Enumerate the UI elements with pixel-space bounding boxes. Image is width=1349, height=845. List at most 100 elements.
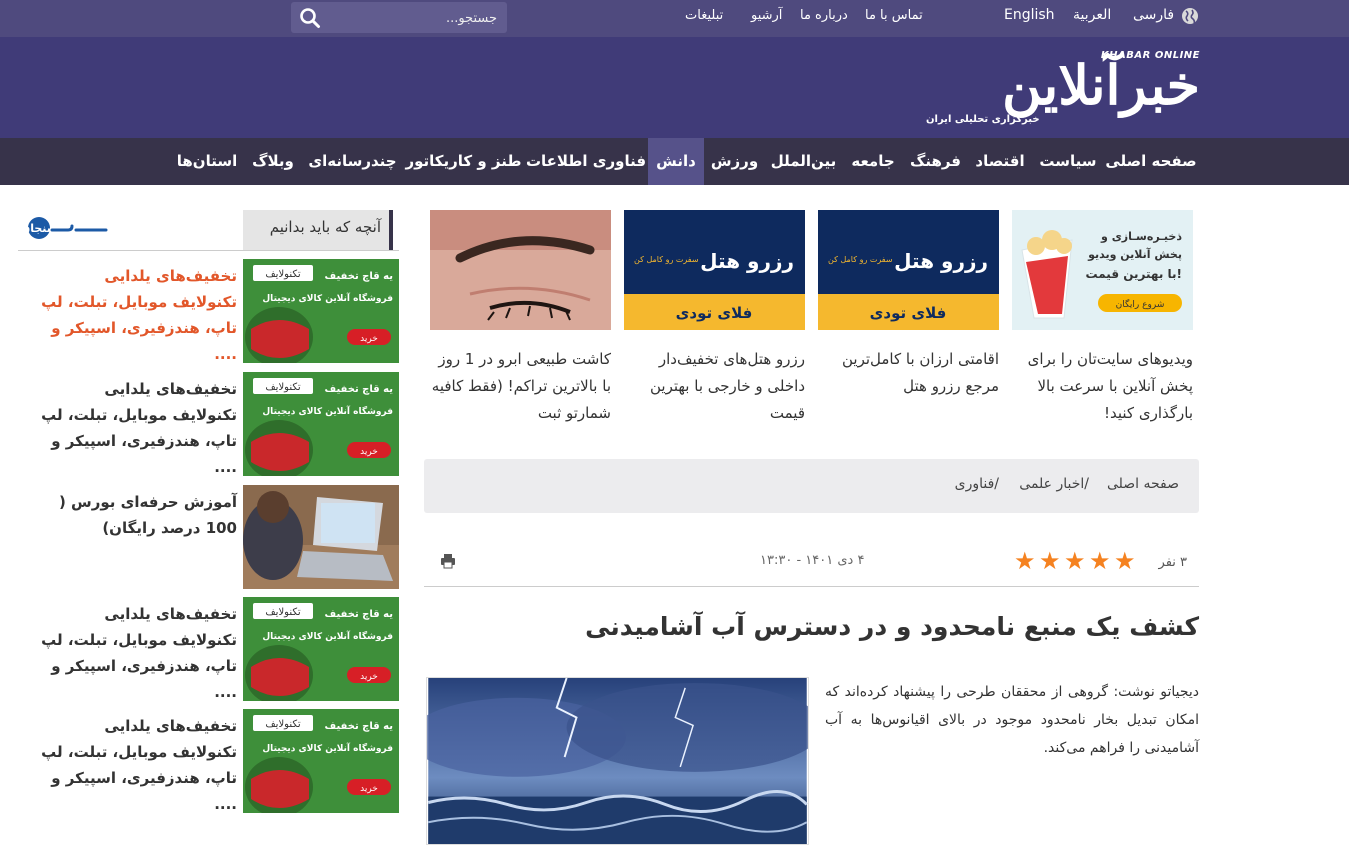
promo-card[interactable]: رزرو هتل سفرت رو کامل کن فلای تودی رزرو … (624, 210, 805, 427)
promo-card[interactable]: ذخیـره‌سـازی و پخش آنلاین ویدیو با بهتری… (1012, 210, 1193, 427)
ad-title: یه قاچ تخفیف (325, 271, 394, 282)
search-icon[interactable] (299, 7, 321, 29)
card-image-button: شروع رایگان (1116, 298, 1165, 310)
card-image-line3: فلای تودی (676, 304, 753, 322)
nav-economy[interactable]: اقتصاد (967, 138, 1033, 185)
article-image[interactable] (426, 677, 809, 845)
star-icon[interactable]: ★ (1039, 549, 1061, 573)
nav-home[interactable]: صفحه اصلی (1103, 138, 1199, 185)
ad-brand: تکنولایف (265, 382, 301, 393)
top-bar: تبلیغات آرشیو درباره ما تماس با ما Engli… (0, 0, 1349, 37)
ad-brand: تکنولایف (265, 607, 301, 618)
side-item-image[interactable]: تکنولایف یه قاچ تخفیف فروشگاه آنلاین کال… (243, 372, 399, 476)
breadcrumb-home[interactable]: صفحه اصلی (1107, 476, 1179, 492)
ad-button: خرید (360, 334, 378, 344)
lang-arabic[interactable]: العربية (1073, 7, 1111, 23)
aside-divider (18, 250, 399, 251)
globe-icon (1182, 8, 1198, 24)
card-image-line1: رزرو هتل (894, 249, 988, 273)
article-title: کشف یک منبع نامحدود و در دسترس آب آشامید… (585, 612, 1199, 641)
breadcrumb-science-news[interactable]: /اخبار علمی (1019, 476, 1089, 492)
nav-humor[interactable]: طنز و کاریکاتور (403, 138, 524, 185)
nav-provinces[interactable]: استان‌ها (170, 138, 244, 185)
promo-card[interactable]: رزرو هتل سفرت رو کامل کن فلای تودی اقامت… (818, 210, 999, 400)
card-image-line2: سفرت رو کامل کن (828, 255, 893, 264)
side-item[interactable]: تخفیف‌های یلدایی تکنولایف موبایل، تبلت، … (18, 597, 399, 703)
ad-brand: تکنولایف (265, 269, 301, 280)
card-image-line3: با بهترین قیمت! (1086, 267, 1182, 281)
side-item-text[interactable]: تخفیف‌های یلدایی تکنولایف موبایل، تبلت، … (37, 376, 237, 480)
side-item-text[interactable]: تخفیف‌های یلدایی تکنولایف موبایل، تبلت، … (37, 601, 237, 705)
nav-society[interactable]: جامعه (842, 138, 904, 185)
star-icon[interactable]: ★ (1064, 549, 1086, 573)
ad-subtitle: فروشگاه آنلاین کالای دیجیتال (262, 405, 393, 417)
promo-card[interactable]: کاشت طبیعی ابرو در 1 روز با بالاترین ترا… (430, 210, 611, 427)
ad-subtitle: فروشگاه آنلاین کالای دیجیتال (262, 630, 393, 642)
nav-sport[interactable]: ورزش (704, 138, 765, 185)
aside-heading: آنچه که باید بدانیم (243, 210, 393, 250)
side-item-text[interactable]: آموزش حرفه‌ای بورس ( 100 درصد رایگان) (37, 489, 237, 541)
site-logo[interactable]: KHABAR ONLINE خبرآنلاین خبرگزاری تحلیلی … (926, 46, 1200, 130)
article-date: ۴ دی ۱۴۰۱ - ۱۳:۳۰ (760, 553, 865, 568)
search-box (291, 2, 507, 33)
side-item[interactable]: تخفیف‌های یلدایی تکنولایف موبایل، تبلت، … (18, 709, 399, 815)
nav-international[interactable]: بین‌الملل (765, 138, 842, 185)
breadcrumb: صفحه اصلی /اخبار علمی /فناوری (424, 459, 1199, 513)
ad-button: خرید (360, 447, 378, 457)
ad-title: یه قاچ تخفیف (325, 721, 394, 732)
article-lead: دیجیاتو نوشت: گروهی از محققان طرحی را پی… (825, 684, 1199, 756)
nav-it[interactable]: فناوری اطلاعات (524, 138, 648, 185)
card-image-line2: پخش آنلاین ویدیو (1087, 247, 1182, 261)
card-title[interactable]: اقامتی ارزان با کامل‌ترین مرجع رزرو هتل (818, 346, 999, 400)
side-item-image[interactable]: تکنولایف یه قاچ تخفیف فروشگاه آنلاین کال… (243, 597, 399, 701)
star-icon[interactable]: ★ (1114, 549, 1136, 573)
card-image[interactable] (430, 210, 611, 330)
ad-subtitle: فروشگاه آنلاین کالای دیجیتال (262, 742, 393, 754)
nav-multimedia[interactable]: چندرسانه‌ای (302, 138, 403, 185)
side-item-text[interactable]: تخفیف‌های یلدایی تکنولایف موبایل، تبلت، … (37, 263, 237, 367)
card-image[interactable]: ذخیـره‌سـازی و پخش آنلاین ویدیو با بهتری… (1012, 210, 1193, 330)
side-item-text[interactable]: تخفیف‌های یلدایی تکنولایف موبایل، تبلت، … (37, 713, 237, 817)
ads-link[interactable]: تبلیغات (685, 8, 723, 23)
contact-link[interactable]: تماس با ما (865, 8, 923, 23)
ad-button: خرید (360, 784, 378, 794)
card-title[interactable]: رزرو هتل‌های تخفیف‌دار داخلی و خارجی با … (624, 346, 805, 427)
main-nav: صفحه اصلی سیاست اقتصاد فرهنگ جامعه بین‌ا… (0, 138, 1349, 185)
card-title[interactable]: کاشت طبیعی ابرو در 1 روز با بالاترین ترا… (430, 346, 611, 427)
star-icon[interactable]: ★ (1089, 549, 1111, 573)
side-item[interactable]: آموزش حرفه‌ای بورس ( 100 درصد رایگان) (18, 485, 399, 591)
side-item[interactable]: تخفیف‌های یلدایی تکنولایف موبایل، تبلت، … (18, 372, 399, 478)
nav-science[interactable]: دانش (648, 138, 704, 185)
side-item-image[interactable]: تکنولایف یه قاچ تخفیف فروشگاه آنلاین کال… (243, 709, 399, 813)
archive-link[interactable]: آرشیو (751, 8, 782, 23)
ad-brand: تکنولایف (265, 719, 301, 730)
print-icon[interactable] (440, 553, 456, 569)
nav-politics[interactable]: سیاست (1033, 138, 1103, 185)
side-item-image[interactable] (243, 485, 399, 589)
card-image[interactable]: رزرو هتل سفرت رو کامل کن فلای تودی (624, 210, 805, 330)
about-link[interactable]: درباره ما (800, 8, 848, 23)
sanjagh-logo[interactable]: سنجاق (28, 215, 108, 241)
card-image-line1: ذخیـره‌سـازی و (1100, 230, 1182, 243)
card-image-line1: رزرو هتل (700, 249, 794, 273)
lang-farsi[interactable]: فارسی (1133, 7, 1174, 23)
ad-title: یه قاچ تخفیف (325, 384, 394, 395)
ad-title: یه قاچ تخفیف (325, 609, 394, 620)
rating-count: ۳ نفر (1158, 555, 1187, 570)
ad-subtitle: فروشگاه آنلاین کالای دیجیتال (262, 292, 393, 304)
breadcrumb-technology[interactable]: /فناوری (955, 476, 999, 492)
card-image[interactable]: رزرو هتل سفرت رو کامل کن فلای تودی (818, 210, 999, 330)
side-item-image[interactable]: تکنولایف یه قاچ تخفیف فروشگاه آنلاین کال… (243, 259, 399, 363)
logo-persian: خبرآنلاین (1002, 53, 1200, 117)
side-item[interactable]: تخفیف‌های یلدایی تکنولایف موبایل، تبلت، … (18, 259, 399, 365)
nav-culture[interactable]: فرهنگ (904, 138, 967, 185)
search-input[interactable] (327, 6, 497, 30)
card-image-line3: فلای تودی (870, 304, 947, 322)
nav-blog[interactable]: وبلاگ (244, 138, 302, 185)
star-icon[interactable]: ★ (1014, 549, 1036, 573)
card-image-line2: سفرت رو کامل کن (634, 255, 699, 264)
logo-tagline: خبرگزاری تحلیلی ایران (926, 114, 1040, 125)
article-meta: ۳ نفر ★ ★ ★ ★ ★ ۴ دی ۱۴۰۱ - ۱۳:۳۰ (424, 545, 1199, 587)
card-title[interactable]: ویدیوهای سایت‌تان را برای پخش آنلاین با … (1012, 346, 1193, 427)
lang-english[interactable]: English (1004, 7, 1055, 23)
